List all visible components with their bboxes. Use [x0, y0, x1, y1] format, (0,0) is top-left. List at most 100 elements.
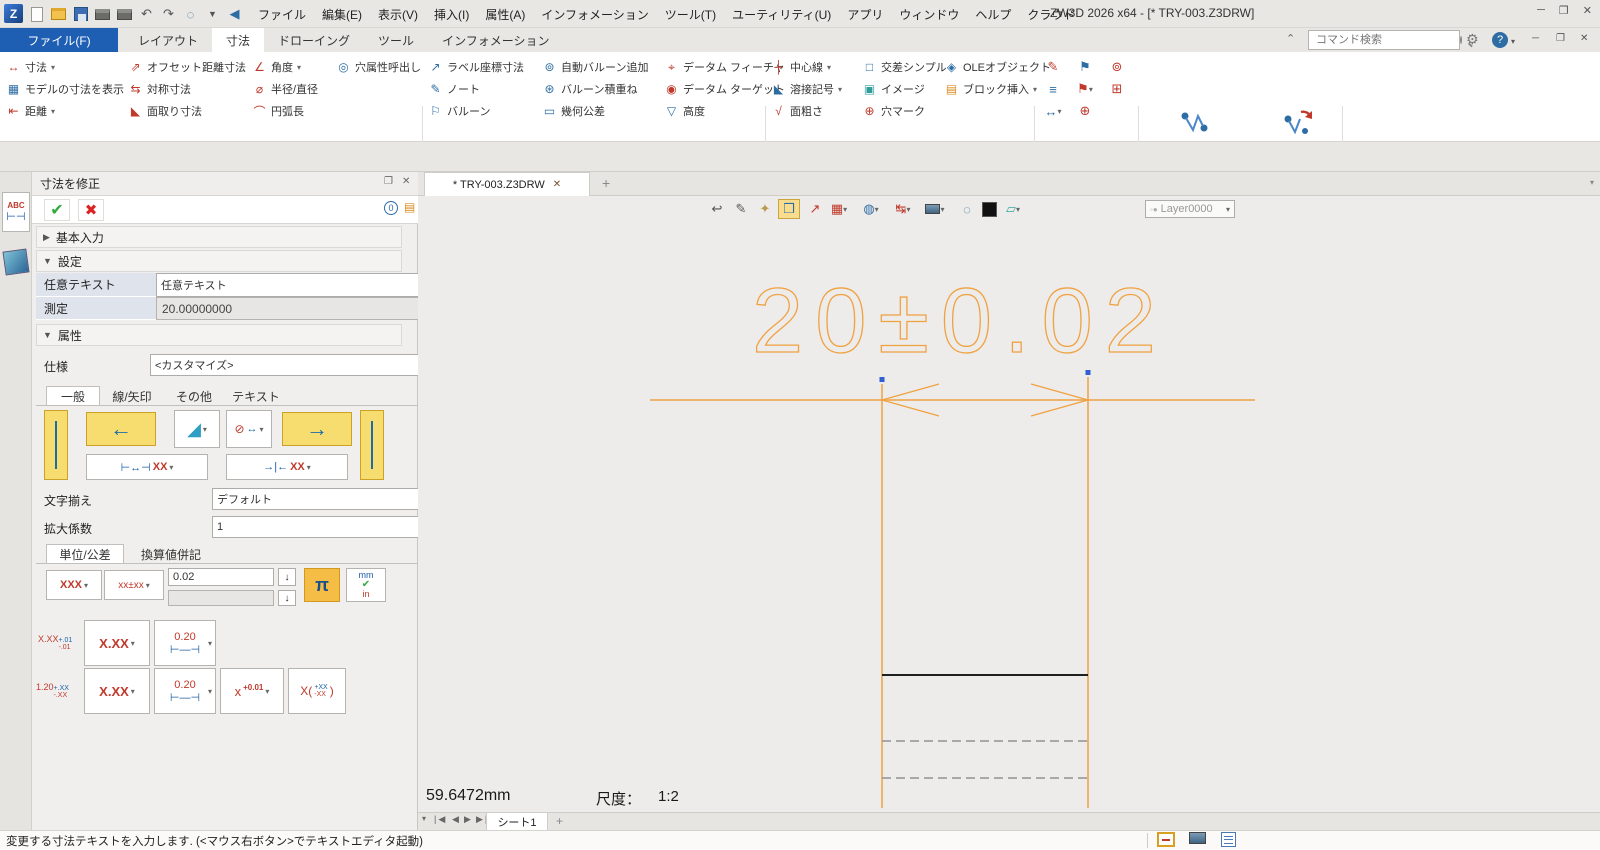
close-button[interactable]: ✕: [1583, 4, 1592, 17]
dim-text-style-left-combo[interactable]: ⊢↔⊣ XX ▾: [86, 454, 208, 480]
ribbon-note[interactable]: ✎ ノート: [428, 78, 524, 100]
ribbon-balloon-stack[interactable]: ⊛ バルーン積重ね: [542, 78, 648, 100]
tol-b-paren-button[interactable]: X( +XX -XX ): [288, 668, 346, 714]
diagonal-dim-button[interactable]: ◢ ▾: [174, 410, 220, 448]
unit-format-combo[interactable]: XXX ▾: [46, 570, 102, 600]
grip-point-left[interactable]: [879, 377, 885, 382]
settings-gear-button[interactable]: ⚙: [1466, 31, 1479, 48]
tab-general[interactable]: 一般: [46, 386, 100, 406]
tol-b-style-combo[interactable]: x +0.01 ▾: [220, 668, 284, 714]
qat-customize-button[interactable]: ▼: [204, 6, 221, 23]
spec-combo[interactable]: <カスタマイズ>▾: [150, 354, 430, 376]
ribbon-hole-callout[interactable]: ◎ 穴属性呼出し: [336, 56, 421, 78]
dimension-reattach-button[interactable]: ⚑: [1072, 57, 1098, 77]
cancel-button[interactable]: ✖: [78, 199, 104, 221]
add-sheet-button[interactable]: +: [556, 814, 563, 828]
menu-utilities[interactable]: ユーティリティ(U): [724, 0, 839, 28]
new-tab-button[interactable]: +: [602, 175, 610, 191]
tolerance-upper-apply-button[interactable]: ↓: [278, 568, 296, 586]
menu-insert[interactable]: 挿入(I): [426, 0, 477, 28]
command-search-input[interactable]: [1314, 33, 1460, 47]
menu-window[interactable]: ウィンドウ: [891, 0, 967, 28]
ribbon-ole-object[interactable]: ◈ OLEオブジェクト: [944, 56, 1051, 78]
undo-button[interactable]: ↶: [138, 6, 155, 23]
minimize-button[interactable]: ─: [1537, 4, 1545, 17]
tab-layout[interactable]: レイアウト: [124, 28, 212, 52]
menu-information[interactable]: インフォメーション: [533, 0, 656, 28]
doc-minimize-button[interactable]: ─: [1532, 33, 1539, 44]
arrow-left-button[interactable]: ←: [86, 412, 156, 446]
ext-line-left-button[interactable]: [44, 410, 68, 480]
ribbon-dimension[interactable]: ↔ 寸法 ▾: [6, 56, 124, 78]
tol-a-format-combo[interactable]: X.XX ▾: [84, 620, 150, 666]
dimension-grid-button[interactable]: ⊞: [1104, 79, 1130, 99]
menu-help[interactable]: ヘルプ: [967, 0, 1019, 28]
help-button[interactable]: ?: [1492, 32, 1508, 48]
monitor-status-icon[interactable]: [1189, 832, 1206, 847]
print-button[interactable]: [94, 6, 111, 23]
menu-app[interactable]: アプリ: [839, 0, 891, 28]
ribbon-intersection-symbol[interactable]: □ 交差シンプル: [862, 56, 947, 78]
ribbon-weld-symbol[interactable]: ◣ 溶接記号 ▾: [771, 78, 842, 100]
edit-dimension-text-button[interactable]: ✎: [1040, 57, 1066, 77]
tab-text[interactable]: テキスト: [224, 386, 288, 406]
tab-information[interactable]: インフォメーション: [428, 28, 563, 52]
menu-file[interactable]: ファイル: [250, 0, 314, 28]
options-page-icon[interactable]: ▤: [404, 200, 415, 214]
menu-attribute[interactable]: 属性(A): [477, 0, 533, 28]
doc-close-button[interactable]: ✕: [1580, 33, 1588, 44]
sheet-menu-icon[interactable]: ▾: [422, 814, 428, 823]
grip-point-right[interactable]: [1085, 370, 1091, 375]
arrow-right-button[interactable]: →: [282, 412, 352, 446]
dimension-panel-tab[interactable]: ABC ⊢⊣: [2, 192, 30, 232]
save-button[interactable]: [72, 6, 89, 23]
tab-overflow-icon[interactable]: ▾: [1590, 178, 1594, 187]
tab-tools[interactable]: ツール: [364, 28, 428, 52]
plot-button[interactable]: [116, 6, 133, 23]
pi-button[interactable]: π: [304, 568, 340, 602]
section-basic-input[interactable]: ▶ 基本入力: [36, 226, 402, 248]
tab-dual-dimension[interactable]: 換算値併記: [130, 544, 212, 564]
document-tab[interactable]: * TRY-003.Z3DRW ✕: [424, 172, 590, 196]
info-badge[interactable]: 0: [384, 201, 398, 215]
tab-unit-tolerance[interactable]: 単位/公差: [46, 544, 124, 564]
panel-manager-icon[interactable]: [1157, 832, 1175, 847]
dimension-precision-button[interactable]: ≡: [1040, 79, 1066, 99]
tol-b-dim-combo[interactable]: 0.20 ⊢—⊣ ▾: [154, 668, 216, 714]
menu-tools[interactable]: ツール(T): [657, 0, 724, 28]
ribbon-gtol[interactable]: ▭ 幾何公差: [542, 100, 648, 122]
dimension-center-button[interactable]: ⊕: [1072, 101, 1098, 121]
ribbon-show-model-dims[interactable]: ▦ モデルの寸法を表示: [6, 78, 124, 100]
panel-restore-icon[interactable]: ❐: [384, 176, 393, 187]
section-attributes[interactable]: ▼ 属性: [36, 324, 402, 346]
drawing-canvas[interactable]: ↩ ✎ ✦ ❒ ↗ ▦ ▾ ◍ ▾ ↹ ▾ ▾ ◌ ▱ ▾ ◦● Layer0000 ▾…: [418, 196, 1600, 812]
ribbon-block-insert[interactable]: ▤ ブロック挿入 ▾: [944, 78, 1051, 100]
view-image-tab[interactable]: [2, 248, 30, 276]
mm-in-toggle-button[interactable]: mm ✔ in: [346, 568, 386, 602]
ribbon-datum-target[interactable]: ◉ データム ターゲット: [664, 78, 785, 100]
regen-button[interactable]: ◌: [182, 6, 199, 23]
new-file-button[interactable]: [28, 6, 45, 23]
ribbon-surface-finish[interactable]: √ 面粗さ: [771, 100, 842, 122]
ribbon-auto-balloon[interactable]: ⊚ 自動バルーン追加: [542, 56, 648, 78]
tab-dimension[interactable]: 寸法: [212, 28, 265, 52]
text-align-combo[interactable]: デフォルト▾: [212, 488, 430, 510]
ribbon-offset-distance-dim[interactable]: ⇗ オフセット距離寸法: [128, 56, 246, 78]
dimension-arrange-button[interactable]: ⚑ ▾: [1072, 79, 1098, 99]
dimension-text-edit-button[interactable]: ↔ ▾: [1040, 101, 1066, 121]
tolerance-format-combo[interactable]: xx±xx ▾: [104, 570, 164, 600]
ribbon-elevation[interactable]: ▽ 高度: [664, 100, 785, 122]
tolerance-lower-apply-button[interactable]: ↓: [278, 590, 296, 606]
ribbon-collapse-icon[interactable]: ⌃: [1286, 32, 1295, 45]
doc-restore-button[interactable]: ❐: [1556, 33, 1565, 44]
sheet-first-icon[interactable]: |◀: [434, 814, 447, 825]
ribbon-centerline[interactable]: ┼ 中心線 ▾: [771, 56, 842, 78]
document-status-icon[interactable]: [1221, 832, 1236, 847]
tol-b-format-combo[interactable]: X.XX ▾: [84, 668, 150, 714]
ribbon-image[interactable]: ▣ イメージ: [862, 78, 947, 100]
ribbon-distance[interactable]: ⇤ 距離 ▾: [6, 100, 124, 122]
sheet-next-icon[interactable]: ▶: [464, 814, 473, 825]
suppress-dim-button[interactable]: ⊘ ↔ ▾: [226, 410, 272, 448]
tab-line-arrow[interactable]: 線/矢印: [100, 386, 164, 406]
menu-view[interactable]: 表示(V): [370, 0, 426, 28]
